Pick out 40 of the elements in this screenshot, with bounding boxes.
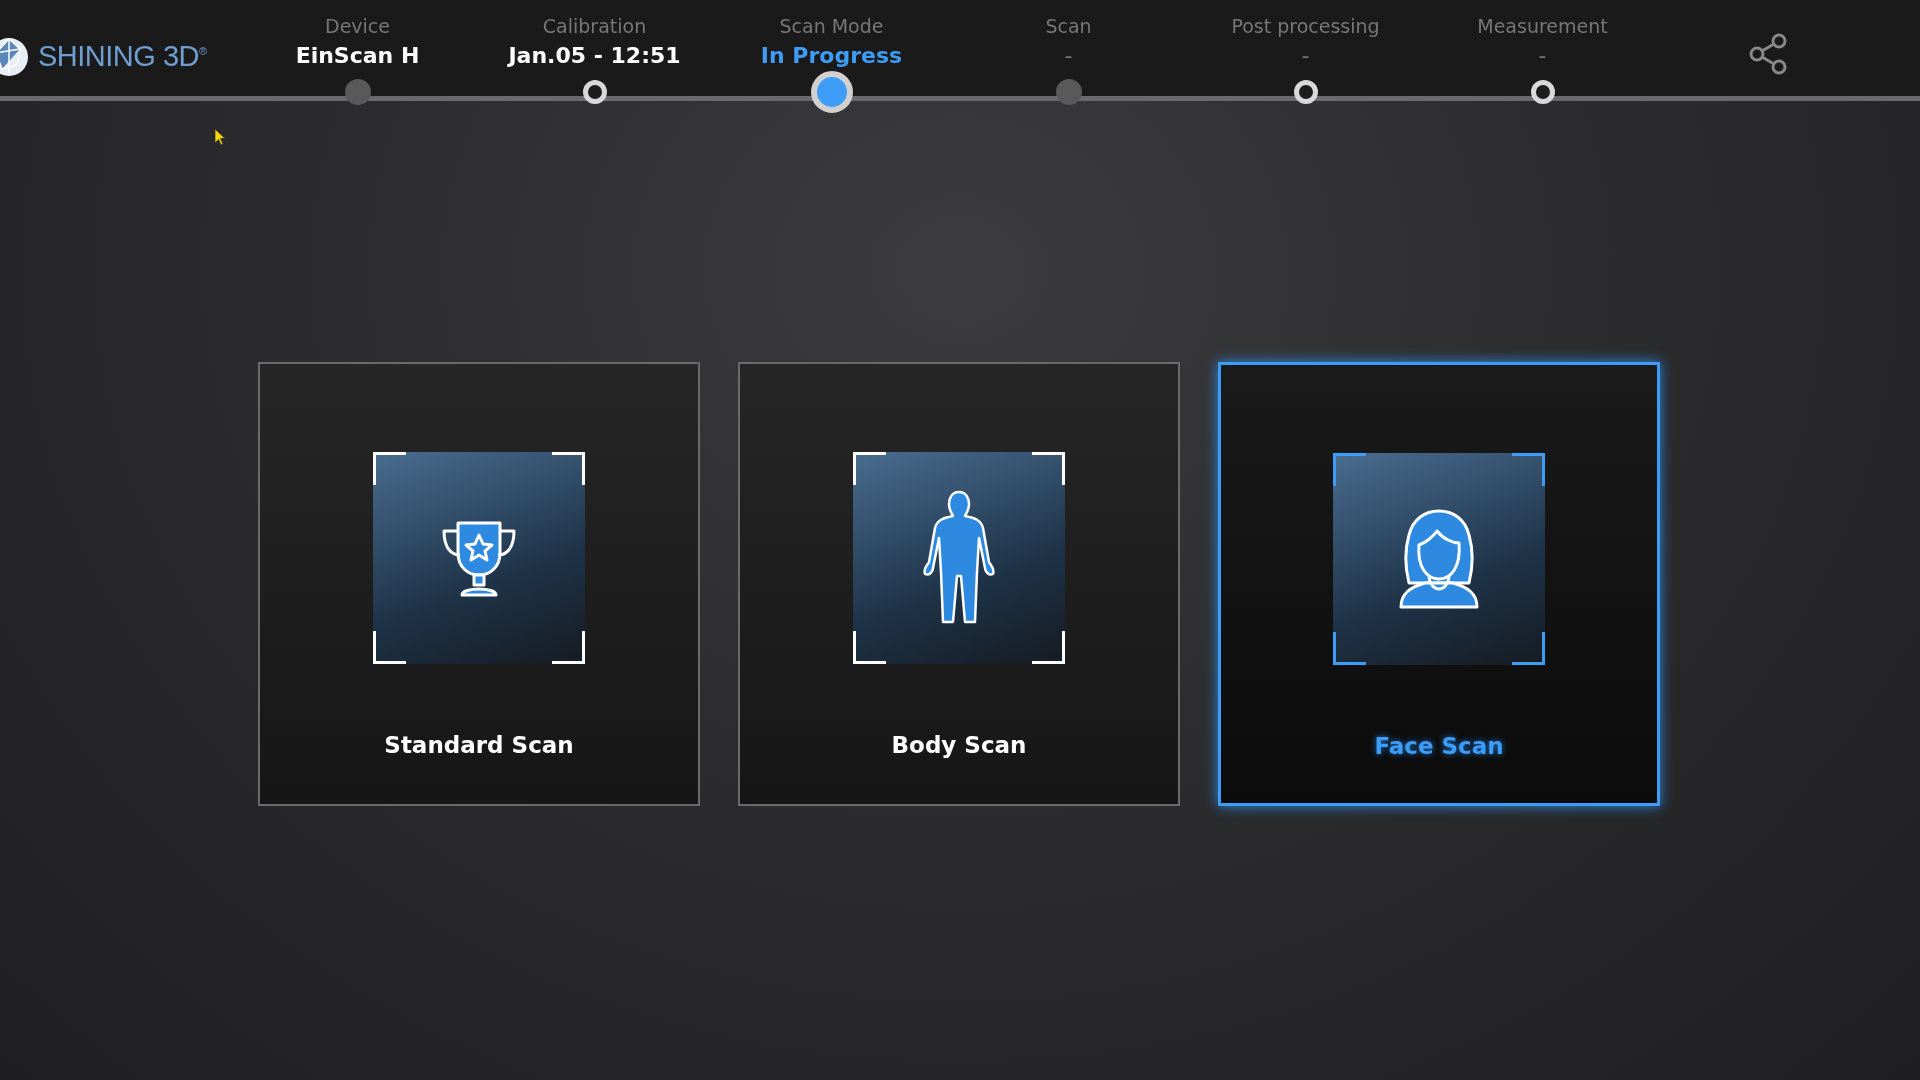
- brand-logo-text: SHINING 3D$^{®}$: [38, 38, 207, 74]
- scan-mode-card[interactable]: Face Scan: [1218, 362, 1660, 806]
- scan-mode-label: Face Scan: [1374, 733, 1504, 759]
- scan-mode-label: Standard Scan: [384, 732, 574, 758]
- step-marker[interactable]: [810, 71, 853, 113]
- step-label: Calibration: [542, 14, 647, 38]
- corner-bracket: [1032, 631, 1065, 664]
- corner-bracket: [552, 631, 585, 664]
- step-marker[interactable]: [344, 79, 371, 105]
- step-value: In Progress: [760, 42, 903, 70]
- share-icon[interactable]: [1748, 32, 1788, 76]
- step-value: -: [1301, 42, 1310, 70]
- corner-bracket: [552, 452, 585, 485]
- step-label: Scan Mode: [779, 14, 884, 38]
- scan-mode-label: Body Scan: [891, 732, 1027, 758]
- step-marker[interactable]: [1530, 80, 1555, 104]
- corner-bracket: [1333, 632, 1366, 665]
- step-marker[interactable]: [1055, 79, 1082, 105]
- corner-bracket: [1333, 453, 1366, 486]
- step-label: Scan: [1045, 14, 1092, 38]
- step-value: -: [1064, 42, 1073, 70]
- corner-bracket: [1512, 632, 1545, 665]
- corner-bracket: [1512, 453, 1545, 486]
- step-label: Post processing: [1231, 14, 1380, 38]
- corner-bracket: [373, 631, 406, 664]
- step-marker[interactable]: [1293, 80, 1318, 104]
- step-value: EinScan H: [295, 42, 420, 70]
- corner-bracket: [373, 452, 406, 485]
- step-value: Jan.05 - 12:51: [508, 42, 681, 70]
- scan-mode-card[interactable]: Body Scan: [738, 362, 1180, 806]
- scan-mode-card[interactable]: Standard Scan: [258, 362, 700, 806]
- step-value: -: [1538, 42, 1547, 70]
- corner-bracket: [1032, 452, 1065, 485]
- step-label: Device: [325, 14, 390, 38]
- avatar-silhouette-icon: [1397, 507, 1481, 611]
- corner-bracket: [853, 452, 886, 485]
- step-label: Measurement: [1477, 14, 1608, 38]
- corner-bracket: [853, 631, 886, 664]
- step-marker[interactable]: [582, 80, 607, 104]
- cursor-icon: [214, 128, 226, 146]
